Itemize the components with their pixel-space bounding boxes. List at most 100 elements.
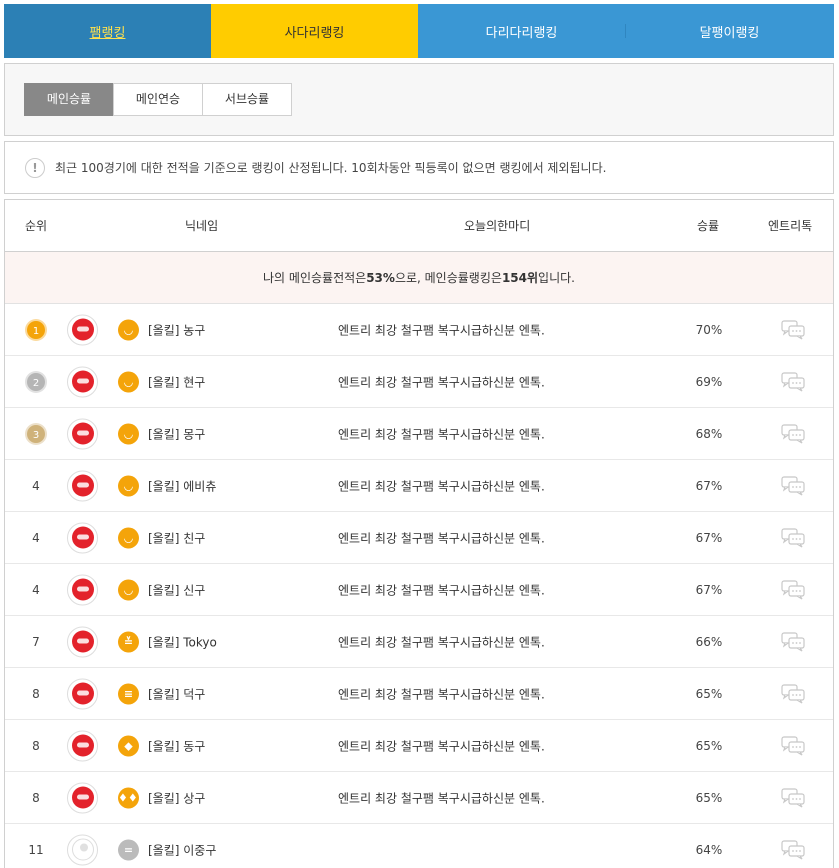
ranking-notice: ! 최근 100경기에 대한 전적을 기준으로 랭킹이 산정됩니다. 10회차동…	[4, 141, 834, 194]
level-badge-icon: ◡	[118, 371, 139, 392]
table-row-1: 1 ◡ [올킬] 농구 엔트리 최강 철구팸 복구시급하신분 엔톡. 70%	[5, 304, 833, 356]
win-rate: 70%	[695, 322, 723, 337]
my-info-suffix: 입니다.	[538, 271, 575, 285]
level-badge-icon: ◡	[118, 423, 139, 444]
silver-medal-icon: 2	[25, 370, 47, 393]
subtab-main-streak[interactable]: 메인연승	[113, 83, 203, 116]
bronze-medal-icon: 3	[25, 422, 47, 445]
entry-talk-icon[interactable]	[781, 423, 805, 444]
nickname[interactable]: [올킬] Tokyo	[148, 633, 217, 650]
entry-talk-icon[interactable]	[781, 631, 805, 652]
win-rate: 64%	[695, 842, 723, 857]
entry-talk-icon[interactable]	[781, 527, 805, 548]
table-row-2: 2 ◡ [올킬] 현구 엔트리 최강 철구팸 복구시급하신분 엔톡. 69%	[5, 356, 833, 408]
avatar[interactable]	[67, 730, 98, 761]
rank-cell: 8	[32, 686, 40, 701]
nickname[interactable]: [올킬] 몽구	[148, 425, 205, 442]
nickname[interactable]: [올킬] 신구	[148, 581, 205, 598]
avatar-image	[71, 422, 94, 445]
table-row-7: 7 ≚ [올킬] Tokyo 엔트리 최강 철구팸 복구시급하신분 엔톡. 66…	[5, 616, 833, 668]
today-message: 엔트리 최강 철구팸 복구시급하신분 엔톡.	[338, 739, 545, 753]
table-row-3: 3 ◡ [올킬] 몽구 엔트리 최강 철구팸 복구시급하신분 엔톡. 68%	[5, 408, 833, 460]
avatar[interactable]	[67, 834, 98, 865]
avatar[interactable]	[67, 366, 98, 397]
level-badge-icon: =	[118, 839, 139, 860]
today-message: 엔트리 최강 철구팸 복구시급하신분 엔톡.	[338, 791, 545, 805]
win-rate: 67%	[695, 530, 723, 545]
table-row-6: 4 ◡ [올킬] 신구 엔트리 최강 철구팸 복구시급하신분 엔톡. 67%	[5, 564, 833, 616]
win-rate: 65%	[695, 738, 723, 753]
avatar[interactable]	[67, 314, 98, 345]
notice-text: 최근 100경기에 대한 전적을 기준으로 랭킹이 산정됩니다. 10회차동안 …	[55, 161, 607, 175]
avatar-image	[71, 734, 94, 757]
nickname[interactable]: [올킬] 덕구	[148, 685, 205, 702]
nickname[interactable]: [올킬] 농구	[148, 321, 205, 338]
level-badge-icon: ≚	[118, 631, 139, 652]
entry-talk-icon[interactable]	[781, 319, 805, 340]
today-message: 엔트리 최강 철구팸 복구시급하신분 엔톡.	[338, 687, 545, 701]
table-row-8: 8 ≡ [올킬] 덕구 엔트리 최강 철구팸 복구시급하신분 엔톡. 65%	[5, 668, 833, 720]
tab-snail-ranking[interactable]: 달팽이랭킹	[625, 4, 834, 58]
level-badge-icon: ◆	[118, 735, 139, 756]
entry-talk-icon[interactable]	[781, 735, 805, 756]
avatar[interactable]	[67, 626, 98, 657]
avatar[interactable]	[67, 782, 98, 813]
win-rate: 67%	[695, 478, 723, 493]
my-rate: 53%	[366, 270, 395, 285]
today-message: 엔트리 최강 철구팸 복구시급하신분 엔톡.	[338, 479, 545, 493]
avatar[interactable]	[67, 522, 98, 553]
table-row-5: 4 ◡ [올킬] 친구 엔트리 최강 철구팸 복구시급하신분 엔톡. 67%	[5, 512, 833, 564]
entry-talk-icon[interactable]	[781, 839, 805, 860]
level-badge-icon: ◡	[118, 319, 139, 340]
avatar-image	[71, 838, 94, 861]
tab-fam-ranking[interactable]: 팸랭킹	[4, 4, 211, 58]
avatar-image	[71, 318, 94, 341]
avatar[interactable]	[67, 418, 98, 449]
top-tab-bar: 팸랭킹 사다리랭킹 다리다리랭킹 달팽이랭킹	[4, 4, 834, 58]
tab-daridari-ranking[interactable]: 다리다리랭킹	[418, 4, 625, 58]
level-badge-icon: ≡	[118, 683, 139, 704]
avatar[interactable]	[67, 470, 98, 501]
today-message: 엔트리 최강 철구팸 복구시급하신분 엔톡.	[338, 635, 545, 649]
subtab-sub-winrate[interactable]: 서브승률	[202, 83, 292, 116]
nickname[interactable]: [올킬] 친구	[148, 529, 205, 546]
entry-talk-icon[interactable]	[781, 579, 805, 600]
avatar-image	[71, 578, 94, 601]
avatar-image	[71, 474, 94, 497]
rank-cell: 8	[32, 790, 40, 805]
entry-talk-icon[interactable]	[781, 683, 805, 704]
today-message: 엔트리 최강 철구팸 복구시급하신분 엔톡.	[338, 375, 545, 389]
table-row-10: 8 ♦♦♦ [올킬] 상구 엔트리 최강 철구팸 복구시급하신분 엔톡. 65%	[5, 772, 833, 824]
sub-tab-group: 메인승률 메인연승 서브승률	[24, 83, 292, 116]
entry-talk-icon[interactable]	[781, 475, 805, 496]
nickname[interactable]: [올킬] 에비츄	[148, 477, 216, 494]
rank-cell: 11	[28, 842, 44, 857]
rank-cell: 7	[32, 634, 40, 649]
avatar[interactable]	[67, 574, 98, 605]
entry-talk-icon[interactable]	[781, 787, 805, 808]
my-rank: 154위	[501, 271, 539, 285]
my-ranking-info: 나의 메인승률전적은 53% 으로, 메인승률랭킹은 154위 입니다.	[5, 252, 833, 304]
win-rate: 66%	[695, 634, 723, 649]
win-rate: 69%	[695, 374, 723, 389]
nickname[interactable]: [올킬] 이중구	[148, 841, 216, 858]
entry-talk-icon[interactable]	[781, 371, 805, 392]
avatar-image	[71, 526, 94, 549]
win-rate: 67%	[695, 582, 723, 597]
rank-cell: 4	[32, 478, 40, 493]
tab-ladder-ranking[interactable]: 사다리랭킹	[211, 4, 418, 58]
rank-cell: 4	[32, 530, 40, 545]
win-rate: 65%	[695, 790, 723, 805]
header-message: 오늘의한마디	[464, 219, 531, 233]
nickname[interactable]: [올킬] 상구	[148, 789, 205, 806]
table-row-4: 4 ◡ [올킬] 에비츄 엔트리 최강 철구팸 복구시급하신분 엔톡. 67%	[5, 460, 833, 512]
avatar[interactable]	[67, 678, 98, 709]
nickname[interactable]: [올킬] 동구	[148, 737, 205, 754]
header-entry: 엔트리톡	[768, 219, 813, 233]
table-row-9: 8 ◆ [올킬] 동구 엔트리 최강 철구팸 복구시급하신분 엔톡. 65%	[5, 720, 833, 772]
header-rank: 순위	[25, 219, 48, 233]
subtab-main-winrate[interactable]: 메인승률	[24, 83, 114, 116]
nickname[interactable]: [올킬] 현구	[148, 373, 205, 390]
gold-medal-icon: 1	[25, 318, 47, 341]
info-icon: !	[25, 157, 45, 178]
